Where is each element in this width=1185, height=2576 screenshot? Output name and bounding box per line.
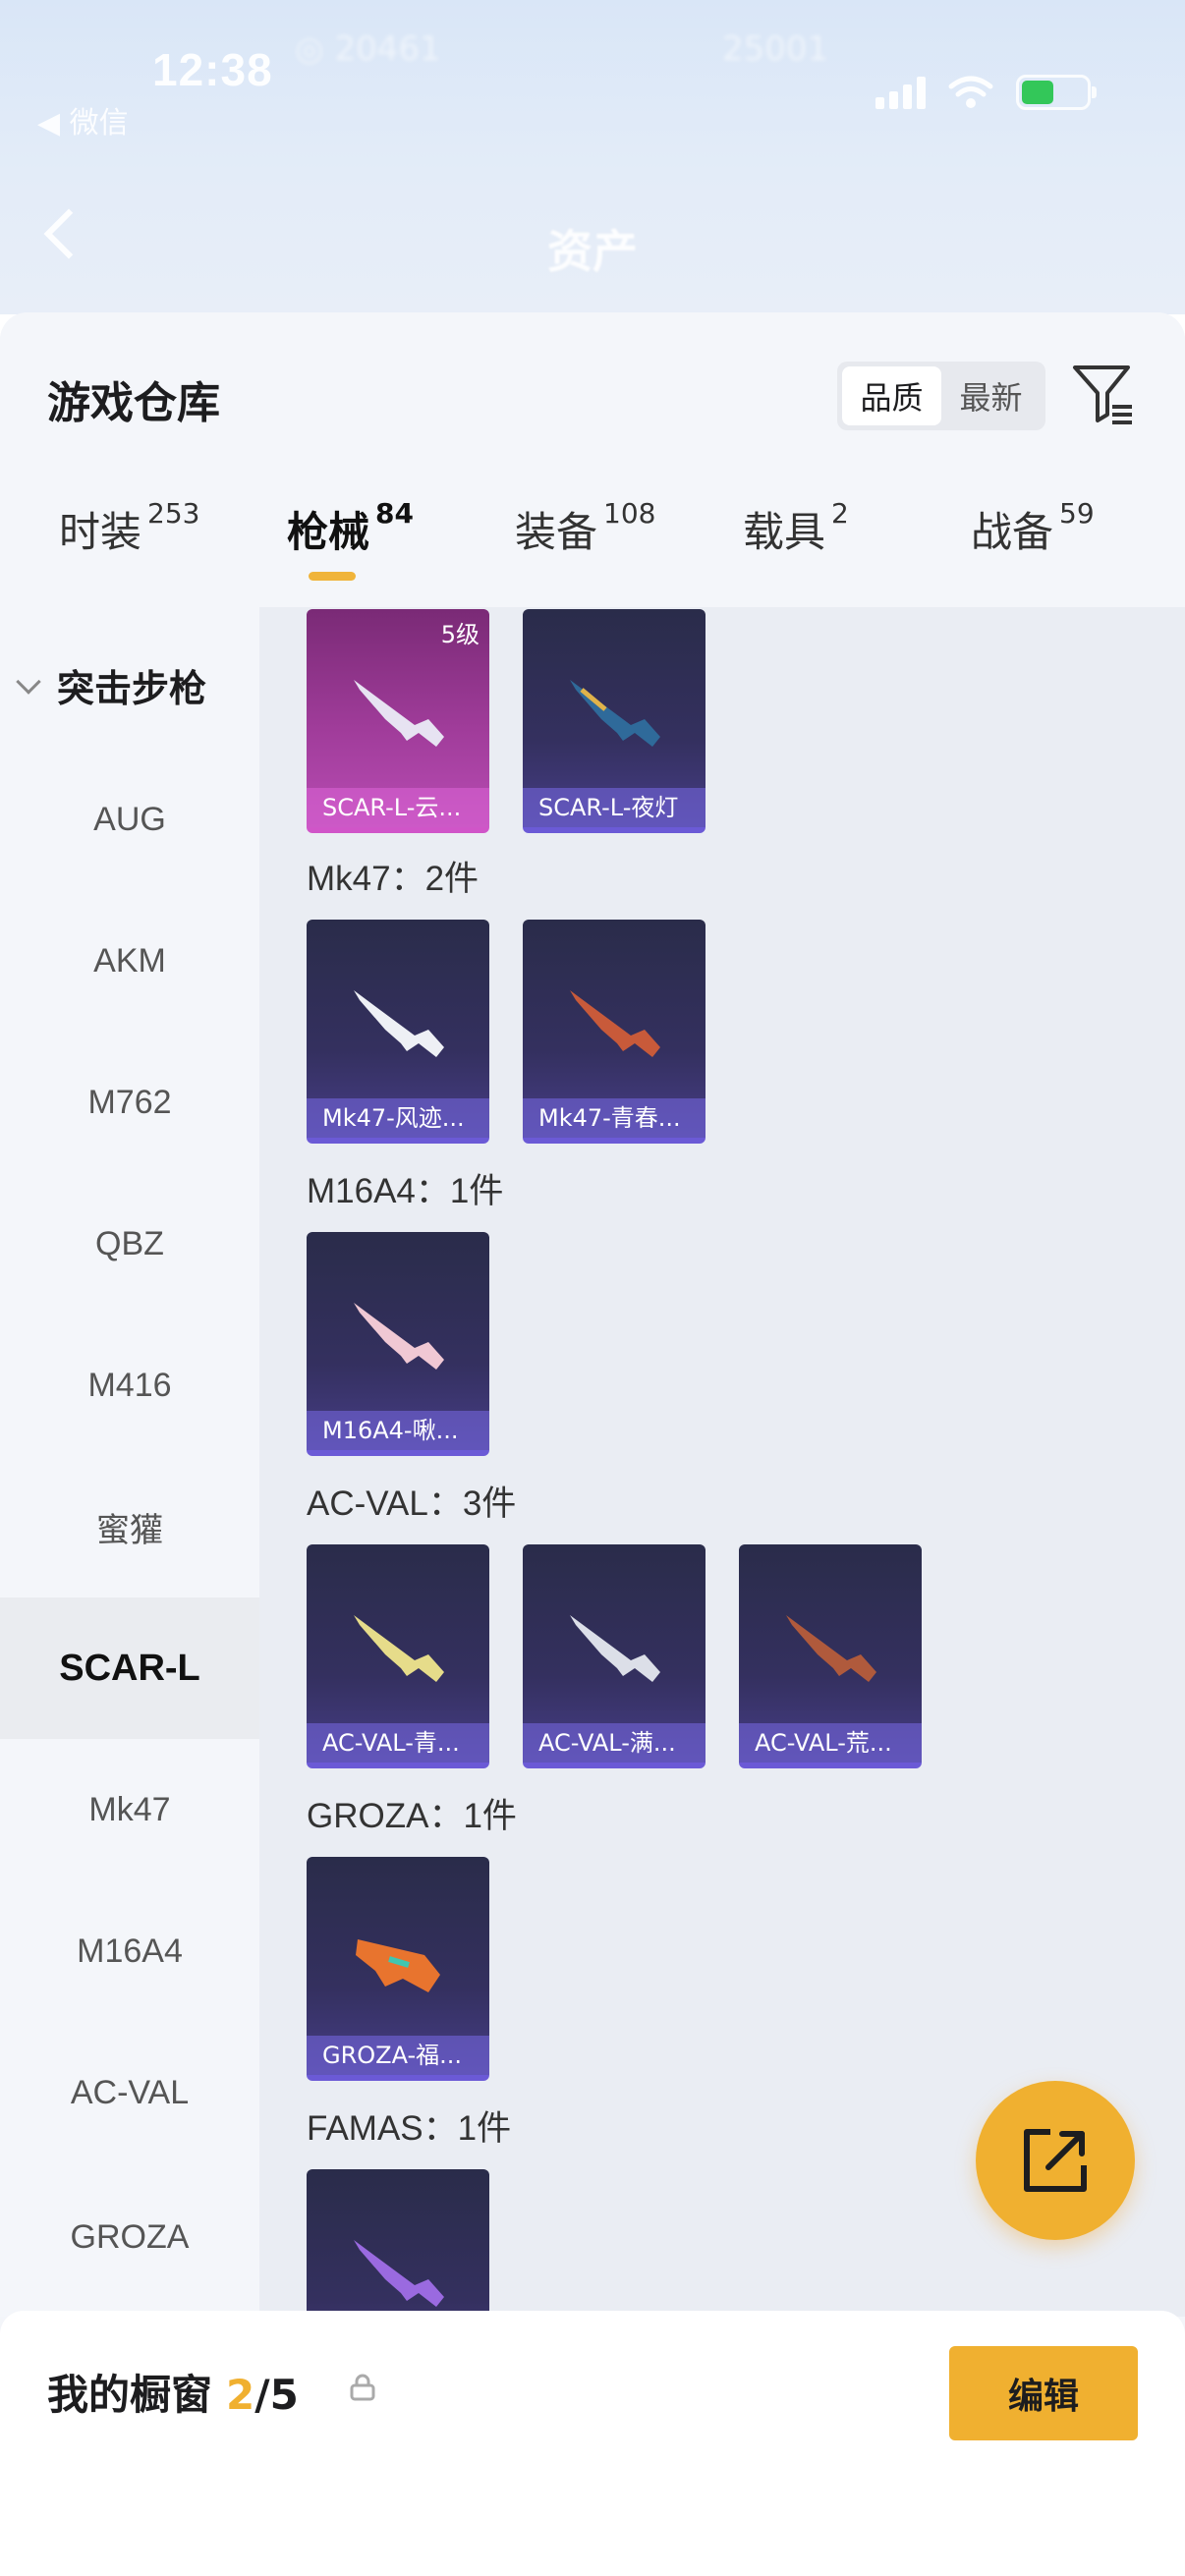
skin-card[interactable]: Mk47-风迹... (307, 920, 489, 1144)
rifle-icon (354, 1303, 444, 1370)
sidebar-item-m16a4[interactable]: M16A4 (0, 1880, 259, 2022)
skin-card[interactable]: M16A4-啾... (307, 1232, 489, 1456)
group-label-acval: AC-VAL：3件 (307, 1484, 517, 1523)
share-icon (1024, 2129, 1087, 2192)
blurred-text: 25001 (722, 29, 829, 69)
sort-quality[interactable]: 品质 (842, 366, 941, 425)
rifle-icon (356, 1939, 440, 1992)
edit-button[interactable]: 编辑 (949, 2346, 1138, 2440)
showcase-label: 我的橱窗 2 /5 (47, 2362, 299, 2422)
background-title: 资产 (547, 225, 638, 278)
tab-count: 2 (831, 497, 849, 530)
share-button[interactable] (976, 2081, 1135, 2240)
sidebar-item-m762[interactable]: M762 (0, 1032, 259, 1173)
tab-count: 84 (375, 497, 414, 530)
tab-fashion[interactable]: 时装 253 (59, 497, 200, 559)
tab-supplies[interactable]: 战备 59 (971, 497, 1095, 559)
skin-card[interactable]: AC-VAL-青... (307, 1544, 489, 1768)
rifle-icon (786, 1615, 876, 1682)
background-page: ◎ 20461 25001 12:38 ◀ 微信 资产 (0, 0, 1185, 314)
rifle-icon (570, 1615, 660, 1682)
status-icons (875, 75, 1097, 110)
rifle-icon (570, 990, 660, 1057)
showcase-bar: 我的橱窗 2 /5 编辑 (0, 2311, 1185, 2576)
skin-name: SCAR-L-云... (307, 788, 489, 827)
blurred-text: ◎ 20461 (295, 29, 441, 69)
sidebar-item-aug[interactable]: AUG (0, 749, 259, 890)
tab-label: 枪械 (287, 508, 370, 556)
category-assault-rifles[interactable]: 突击步枪 (16, 658, 207, 712)
active-tab-indicator (309, 572, 356, 581)
skin-card[interactable]: AC-VAL-荒... (739, 1544, 922, 1768)
sidebar-item-akm[interactable]: AKM (0, 890, 259, 1032)
page-title: 游戏仓库 (47, 378, 220, 428)
showcase-used: 2 (226, 2371, 255, 2419)
skin-name: Mk47-青春... (523, 1098, 705, 1138)
tab-count: 59 (1059, 497, 1095, 530)
tab-vehicles[interactable]: 载具 2 (743, 497, 849, 559)
category-label: 突击步枪 (57, 667, 207, 710)
group-label-m16a4: M16A4：1件 (307, 1172, 504, 1210)
tab-label: 战备 (971, 508, 1054, 556)
rifle-icon (354, 2240, 444, 2307)
sidebar-item-qbz[interactable]: QBZ (0, 1173, 259, 1315)
sidebar-item-groza[interactable]: GROZA (0, 2163, 259, 2311)
rifle-icon (354, 990, 444, 1057)
sidebar-item-m416[interactable]: M416 (0, 1315, 259, 1456)
skin-card[interactable]: AC-VAL-满... (523, 1544, 705, 1768)
battery-icon (1016, 75, 1097, 110)
group-label-groza: GROZA：1件 (307, 1797, 517, 1835)
skin-name: M16A4-啾... (307, 1411, 489, 1450)
sidebar-item-honey-badger[interactable]: 蜜獾 (0, 1456, 259, 1597)
showcase-title: 我的橱窗 (47, 2371, 213, 2419)
showcase-total: /5 (254, 2371, 299, 2419)
tab-label: 载具 (743, 508, 826, 556)
skin-card[interactable]: GROZA-福... (307, 1857, 489, 2081)
filter-icon[interactable] (1071, 362, 1136, 426)
rifle-icon (354, 680, 444, 747)
tab-count: 108 (603, 497, 656, 530)
sort-latest[interactable]: 最新 (941, 366, 1041, 425)
skin-card[interactable]: 5级 SCAR-L-云... (307, 609, 489, 833)
skin-card[interactable] (307, 2169, 489, 2317)
sheet-header: 游戏仓库 品质 最新 时装 253 枪械 84 装备 108 载具 2 战备 5… (0, 312, 1185, 607)
skin-name: AC-VAL-荒... (739, 1723, 922, 1763)
chevron-down-icon (16, 668, 41, 695)
skin-name: AC-VAL-青... (307, 1723, 489, 1763)
group-label-mk47: Mk47：2件 (307, 860, 480, 898)
rifle-icon (570, 680, 660, 747)
level-badge: 5级 (440, 621, 480, 648)
sidebar-item-ac-val[interactable]: AC-VAL (0, 2022, 259, 2163)
skin-name: SCAR-L-夜灯 (523, 788, 705, 827)
tab-firearms[interactable]: 枪械 84 (287, 497, 414, 559)
signal-icon (875, 76, 926, 109)
skin-card[interactable]: Mk47-青春... (523, 920, 705, 1144)
rifle-icon (354, 1615, 444, 1682)
sidebar-item-mk47[interactable]: Mk47 (0, 1739, 259, 1880)
skin-card[interactable]: SCAR-L-夜灯 (523, 609, 705, 833)
skin-name: Mk47-风迹... (307, 1098, 489, 1138)
sidebar-item-scar-l[interactable]: SCAR-L (0, 1597, 259, 1739)
tab-equipment[interactable]: 装备 108 (515, 497, 656, 559)
lock-icon (350, 2374, 375, 2401)
tab-count: 253 (147, 497, 200, 530)
tab-label: 时装 (59, 508, 142, 556)
tab-label: 装备 (515, 508, 598, 556)
group-label-famas: FAMAS：1件 (307, 2109, 512, 2148)
skin-name: AC-VAL-满... (523, 1723, 705, 1763)
skin-grid: 5级 SCAR-L-云... SCAR-L-夜灯 Mk47：2件 Mk47-风迹… (259, 607, 1185, 2317)
category-tabs: 时装 253 枪械 84 装备 108 载具 2 战备 59 (0, 497, 1185, 607)
wifi-icon (948, 76, 993, 108)
status-time: 12:38 (152, 44, 273, 95)
sort-segmented-control: 品质 最新 (837, 362, 1045, 430)
back-to-wechat[interactable]: ◀ 微信 (37, 98, 129, 141)
skin-name: GROZA-福... (307, 2036, 489, 2075)
